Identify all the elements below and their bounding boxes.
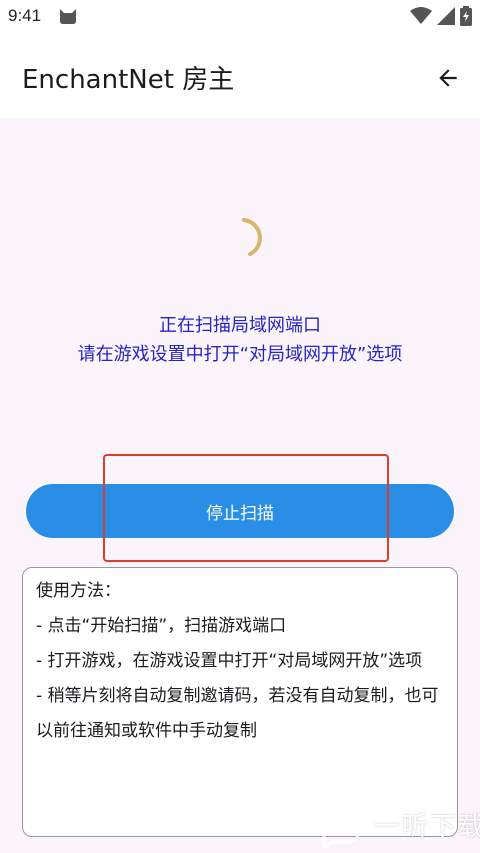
instruction-step-1: - 点击“开始扫描”，扫描游戏端口 <box>36 616 287 636</box>
watermark-logo-icon <box>322 804 360 848</box>
instruction-step-3: - 稍等片刻将自动复制邀请码，若没有自动复制，也可以前往通知或软件中手动复制 <box>36 686 439 741</box>
scan-status-line-2: 请在游戏设置中打开“对局域网开放”选项 <box>77 344 403 365</box>
wifi-icon <box>410 7 432 24</box>
instruction-step-2: - 打开游戏，在游戏设置中打开“对局域网开放”选项 <box>36 651 423 671</box>
page-title: EnchantNet 房主 <box>22 65 235 95</box>
battery-icon <box>460 6 472 26</box>
scan-status-line-1: 正在扫描局域网端口 <box>159 315 321 336</box>
main-content: 正在扫描局域网端口 请在游戏设置中打开“对局域网开放”选项 停止扫描 使用方法：… <box>0 118 480 853</box>
cat-icon <box>60 9 76 24</box>
instructions-box: 使用方法： - 点击“开始扫描”，扫描游戏端口 - 打开游戏，在游戏设置中打开“… <box>22 567 458 837</box>
back-button[interactable] <box>430 60 466 96</box>
status-bar: 9:41 <box>0 0 480 34</box>
app-bar: EnchantNet 房主 <box>0 34 480 118</box>
stop-scan-button[interactable]: 停止扫描 <box>26 484 454 538</box>
instructions-heading: 使用方法： <box>36 581 121 601</box>
arrow-back-icon <box>439 69 457 87</box>
loading-spinner-icon <box>242 218 262 256</box>
watermark-text: 一听下载 <box>374 812 480 842</box>
scan-status-text: 正在扫描局域网端口 请在游戏设置中打开“对局域网开放”选项 <box>0 311 480 369</box>
signal-icon <box>437 7 455 25</box>
status-time: 9:41 <box>8 6 42 25</box>
watermark: 一听下载 <box>318 798 480 853</box>
